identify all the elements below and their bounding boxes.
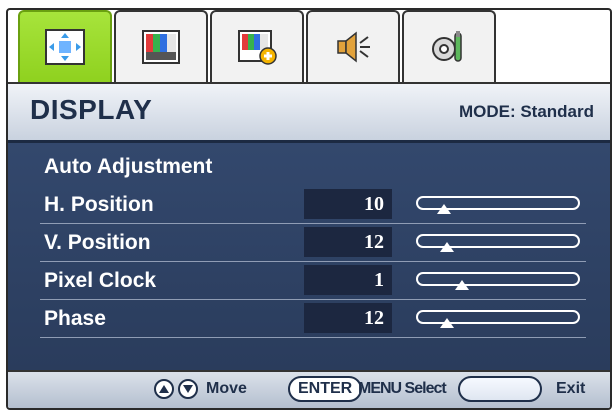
color-bars-plus-icon xyxy=(238,30,277,65)
enter-button[interactable]: ENTER xyxy=(288,376,363,402)
display-arrows-icon xyxy=(45,29,85,65)
menu-button[interactable] xyxy=(458,376,542,402)
row-divider xyxy=(40,299,586,300)
v-position-slider[interactable] xyxy=(416,234,580,252)
select-hint: MENU Select xyxy=(358,380,447,397)
h-position-slider[interactable] xyxy=(416,196,580,214)
row-divider xyxy=(40,261,586,262)
menu-item-phase[interactable]: Phase xyxy=(44,307,106,331)
osd-window: DISPLAY MODE: Standard Auto Adjustment H… xyxy=(6,8,612,410)
control-hint-bar: Move ENTER MENU Select Exit xyxy=(8,370,610,408)
speaker-icon xyxy=(337,31,370,63)
phase-value: 12 xyxy=(364,307,384,329)
slider-thumb[interactable] xyxy=(437,204,452,214)
value-box: 10 xyxy=(304,189,392,219)
tab-picture[interactable] xyxy=(114,10,208,82)
pixel-clock-slider[interactable] xyxy=(416,272,580,290)
menu-item-pixel-clock[interactable]: Pixel Clock xyxy=(44,269,156,293)
row-divider xyxy=(40,337,586,338)
value-box: 12 xyxy=(304,227,392,257)
tab-audio[interactable] xyxy=(306,10,400,82)
move-hint: Move xyxy=(206,380,247,397)
exit-hint: Exit xyxy=(556,380,586,397)
tab-system[interactable] xyxy=(402,10,496,82)
menu-item-auto-adjustment[interactable]: Auto Adjustment xyxy=(44,155,212,179)
settings-tools-icon xyxy=(432,31,462,62)
title-bar: DISPLAY MODE: Standard xyxy=(8,82,610,140)
display-menu: Auto Adjustment H. Position 10 V. Positi… xyxy=(8,140,610,373)
arrow-down-icon xyxy=(183,385,193,393)
menu-item-v-position[interactable]: V. Position xyxy=(44,231,151,255)
slider-thumb[interactable] xyxy=(440,318,455,328)
mode-indicator: MODE: Standard xyxy=(458,102,594,121)
pixel-clock-value: 1 xyxy=(374,269,384,291)
row-divider xyxy=(40,223,586,224)
page-title: DISPLAY xyxy=(30,94,153,125)
arrow-up-icon xyxy=(159,385,169,393)
slider-thumb[interactable] xyxy=(440,242,455,252)
value-box: 1 xyxy=(304,265,392,295)
value-box: 12 xyxy=(304,303,392,333)
color-bars-icon xyxy=(142,30,180,64)
enter-label: ENTER xyxy=(298,380,353,397)
tab-bar xyxy=(18,10,496,82)
slider-thumb[interactable] xyxy=(454,280,469,290)
v-position-value: 12 xyxy=(364,231,384,253)
up-button[interactable] xyxy=(154,379,174,399)
h-position-value: 10 xyxy=(364,193,384,215)
down-button[interactable] xyxy=(178,379,198,399)
phase-slider[interactable] xyxy=(416,310,580,328)
menu-item-h-position[interactable]: H. Position xyxy=(44,193,154,217)
tab-display[interactable] xyxy=(18,10,112,82)
tab-picture-advanced[interactable] xyxy=(210,10,304,82)
